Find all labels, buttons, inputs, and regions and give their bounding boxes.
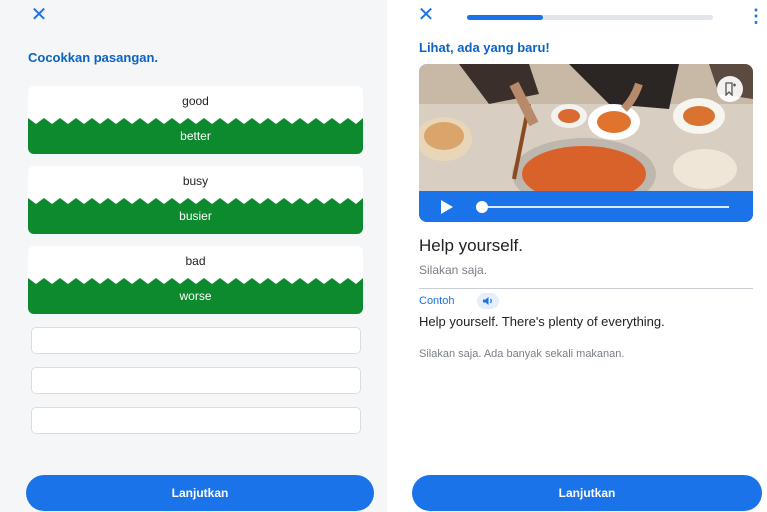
empty-answer-slot[interactable] [31, 407, 361, 434]
match-pairs-screen: ✕ Cocokkan pasangan. good better busy bu… [0, 0, 387, 512]
pair-word-bottom: worse [179, 289, 212, 303]
continue-button[interactable]: Lanjutkan [26, 475, 374, 511]
video-card [419, 64, 753, 222]
progress-fill [467, 15, 544, 20]
more-vertical-icon[interactable]: ⋮ [747, 6, 765, 26]
pair-word-bottom: busier [179, 209, 212, 223]
page-title: Cocokkan pasangan. [28, 50, 159, 65]
video-player-bar [419, 191, 753, 222]
matched-pair: busy busier [28, 166, 363, 234]
divider [419, 288, 753, 289]
seek-track[interactable] [479, 206, 729, 208]
torn-edge [28, 112, 363, 124]
speaker-icon[interactable] [477, 293, 499, 309]
lesson-progress-bar [467, 15, 713, 20]
screen-divider [387, 0, 397, 512]
matched-pair: good better [28, 86, 363, 154]
empty-answer-slot[interactable] [31, 367, 361, 394]
pair-word-top: bad [185, 254, 206, 268]
empty-answer-slot[interactable] [31, 327, 361, 354]
close-icon[interactable]: ✕ [415, 4, 437, 26]
example-translation: Silakan saja. Ada banyak sekali makanan. [419, 348, 625, 360]
new-phrase-screen: ✕ ⋮ Lihat, ada yang baru! Help yourself.… [397, 0, 767, 512]
matched-pair: bad worse [28, 246, 363, 314]
pair-word-bottom: better [180, 129, 211, 143]
torn-edge [28, 192, 363, 204]
close-icon[interactable]: ✕ [28, 4, 50, 26]
pair-word-top: good [182, 94, 209, 108]
food-photo [419, 64, 753, 191]
page-title: Lihat, ada yang baru! [419, 40, 550, 55]
bookmark-add-icon[interactable] [717, 76, 743, 102]
pair-word-top: busy [182, 174, 209, 188]
example-sentence: Help yourself. There's plenty of everyth… [419, 314, 665, 329]
phrase-text: Help yourself. [419, 236, 523, 255]
phrase-translation: Silakan saja. [419, 263, 488, 277]
continue-button[interactable]: Lanjutkan [412, 475, 762, 511]
seek-handle[interactable] [476, 201, 488, 213]
example-label: Contoh [419, 295, 455, 307]
play-icon[interactable] [441, 200, 453, 214]
torn-edge [28, 272, 363, 284]
